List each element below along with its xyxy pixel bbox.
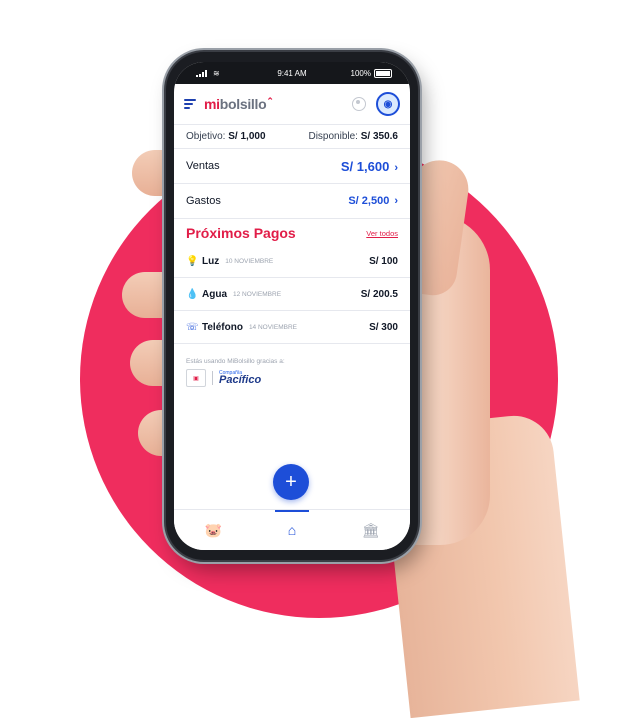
- sponsor-logos: ▣ Compañía Pacífico: [174, 369, 410, 387]
- phone-icon: ☏: [186, 321, 199, 333]
- status-right: 100%: [350, 68, 392, 78]
- divider: [212, 371, 213, 385]
- battery-icon: [374, 68, 392, 78]
- pago-name: Luz: [202, 255, 220, 267]
- pago-name: Agua: [202, 288, 227, 300]
- app-header: mibolsillo⌃ ◉: [174, 84, 410, 125]
- logo-bolsillo: bolsillo: [219, 96, 267, 112]
- pago-row-telefono[interactable]: ☏ Teléfono 14 NOVIEMBRE S/ 300: [174, 311, 410, 344]
- status-bar: ≋ 9:41 AM 100%: [174, 62, 410, 84]
- ventas-label: Ventas: [186, 160, 220, 172]
- ver-todos-link[interactable]: Ver todos: [366, 229, 398, 238]
- app-logo: mibolsillo⌃: [204, 96, 352, 112]
- signal-icon: [196, 69, 207, 77]
- logo-mi: mi: [204, 96, 220, 112]
- disponible-label: Disponible:: [308, 131, 358, 142]
- bottom-nav: 🐷 ⌂ 🏛: [174, 509, 410, 550]
- bulb-icon: 💡: [186, 255, 199, 267]
- pago-row-agua[interactable]: 💧 Agua 12 NOVIEMBRE S/ 200.5: [174, 278, 410, 311]
- chevron-right-icon: ›: [394, 161, 398, 174]
- add-button[interactable]: +: [273, 464, 309, 500]
- pagos-title: Próximos Pagos: [186, 225, 296, 241]
- piggy-bank-icon: 🐷: [204, 521, 223, 538]
- pago-date: 14 NOVIEMBRE: [248, 323, 297, 331]
- bank-icon: 🏛: [361, 521, 380, 538]
- pago-row-luz[interactable]: 💡 Luz 10 NOVIEMBRE S/ 100: [174, 245, 410, 278]
- ventas-row[interactable]: Ventas S/ 1,600 ›: [174, 149, 410, 184]
- pago-date: 12 NOVIEMBRE: [233, 290, 282, 298]
- nav-savings[interactable]: 🐷: [188, 510, 238, 550]
- status-left: ≋: [196, 69, 220, 78]
- pago-amount: S/ 200.5: [360, 288, 398, 300]
- objetivo-label: Objetivo:: [186, 131, 226, 142]
- logo-graph-icon: ⌃: [266, 96, 274, 106]
- pacifico-logo: Compañía Pacífico: [219, 370, 261, 386]
- objetivo-value: S/ 1,000: [228, 131, 266, 142]
- avatar[interactable]: ◉: [376, 92, 400, 116]
- disponible: Disponible: S/ 350.6: [308, 131, 398, 142]
- objetivo: Objetivo: S/ 1,000: [186, 131, 266, 142]
- mibolsillo-badge-icon: ▣: [186, 369, 206, 387]
- pagos-header: Próximos Pagos Ver todos: [174, 219, 410, 245]
- pago-date: 10 NOVIEMBRE: [225, 257, 274, 265]
- water-drop-icon: 💧: [186, 288, 199, 300]
- user-icon[interactable]: [352, 97, 366, 111]
- sponsor-text: Estás usando MiBolsillo gracias a:: [186, 358, 285, 365]
- pago-name: Teléfono: [202, 321, 243, 333]
- ventas-amount: S/ 1,600 ›: [341, 159, 398, 174]
- pago-amount: S/ 300: [369, 321, 398, 333]
- wifi-icon: ≋: [213, 68, 220, 78]
- ventas-value: S/ 1,600: [340, 158, 390, 174]
- phone-screen: ≋ 9:41 AM 100% mibolsillo⌃ ◉ Objetivo: S…: [174, 62, 410, 550]
- phone-frame: ≋ 9:41 AM 100% mibolsillo⌃ ◉ Objetivo: S…: [166, 52, 418, 560]
- pacifico-name: Pacífico: [219, 374, 262, 386]
- home-icon: ⌂: [287, 522, 297, 538]
- gastos-row[interactable]: Gastos S/ 2,500 ›: [174, 184, 410, 219]
- objective-bar: Objetivo: S/ 1,000 Disponible: S/ 350.6: [174, 125, 410, 149]
- menu-icon[interactable]: [184, 99, 196, 109]
- nav-home[interactable]: ⌂: [267, 510, 317, 550]
- chevron-right-icon: ›: [394, 195, 398, 207]
- gastos-amount: S/ 2,500 ›: [348, 195, 398, 207]
- nav-bank[interactable]: 🏛: [346, 510, 396, 550]
- disponible-value: S/ 350.6: [360, 131, 398, 142]
- pago-amount: S/ 100: [369, 255, 398, 267]
- gastos-label: Gastos: [186, 195, 221, 207]
- battery-percent: 100%: [350, 68, 371, 78]
- gastos-value: S/ 2,500: [348, 195, 390, 207]
